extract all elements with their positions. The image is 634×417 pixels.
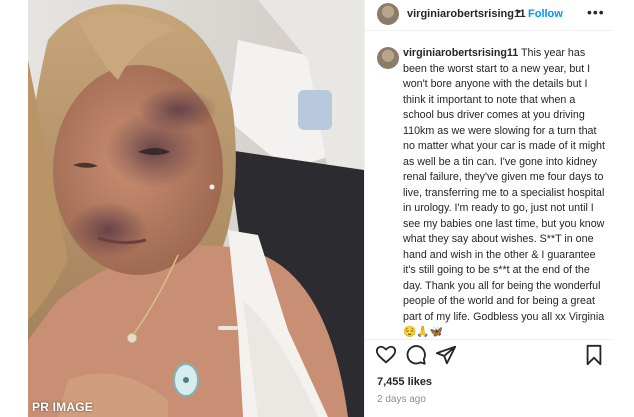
selfie-image bbox=[28, 0, 364, 417]
post-photo[interactable]: PR IMAGE bbox=[28, 0, 364, 417]
instagram-post-screenshot: PR IMAGE virginiarobertsrising11 • Follo… bbox=[0, 0, 634, 417]
caption-avatar[interactable] bbox=[377, 47, 399, 69]
post-panel: virginiarobertsrising11 • Follow ••• vir… bbox=[364, 0, 613, 417]
caption: virginiarobertsrising11 This year has be… bbox=[403, 46, 608, 339]
bookmark-icon[interactable] bbox=[583, 344, 605, 366]
heart-icon[interactable] bbox=[375, 344, 397, 366]
likes-count[interactable]: 7,455 likes bbox=[377, 376, 432, 388]
more-options-icon[interactable]: ••• bbox=[587, 4, 605, 20]
right-margin bbox=[612, 0, 634, 417]
header-username[interactable]: virginiarobertsrising11 bbox=[407, 8, 526, 20]
caption-area: virginiarobertsrising11 This year has be… bbox=[365, 31, 613, 339]
divider bbox=[365, 339, 613, 340]
post-timestamp[interactable]: 2 days ago bbox=[377, 394, 426, 405]
caption-text: This year has been the worst start to a … bbox=[403, 47, 605, 338]
avatar[interactable] bbox=[377, 3, 399, 25]
caption-username[interactable]: virginiarobertsrising11 bbox=[403, 47, 518, 59]
share-icon[interactable] bbox=[435, 344, 457, 366]
action-bar bbox=[365, 344, 613, 368]
photo-credit: PR IMAGE bbox=[32, 400, 93, 414]
separator-dot: • bbox=[517, 6, 521, 18]
comment-icon[interactable] bbox=[405, 344, 427, 366]
post-header: virginiarobertsrising11 • Follow ••• bbox=[365, 0, 613, 31]
follow-button[interactable]: Follow bbox=[528, 8, 563, 20]
